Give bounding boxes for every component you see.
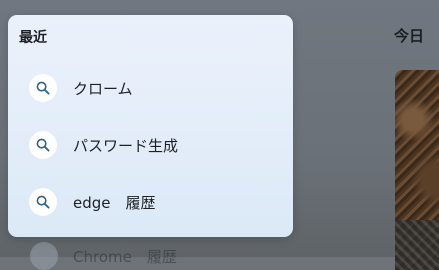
popup-title: 最近 [19,30,47,46]
background-search-item-label: Chrome 履歴 [73,247,177,266]
today-heading: 今日 [394,27,425,45]
recent-item-chrome[interactable]: クローム [29,73,133,103]
recent-item-label: クローム [73,79,133,98]
recent-item-password-generation[interactable]: パスワード生成 [29,130,178,160]
background-search-item: Chrome 履歴 [30,242,177,270]
search-icon [29,188,57,216]
search-icon [29,131,57,159]
search-icon [29,74,57,102]
recent-item-label: edge 履歴 [73,193,156,212]
recent-searches-popup: 最近 クローム パスワード生成 edge 履歴 [8,15,293,237]
recent-item-label: パスワード生成 [73,136,179,155]
recent-item-edge-history[interactable]: edge 履歴 [29,187,156,217]
news-card-image[interactable] [395,70,439,270]
news-photo-lower [395,220,439,270]
search-icon [30,242,58,270]
